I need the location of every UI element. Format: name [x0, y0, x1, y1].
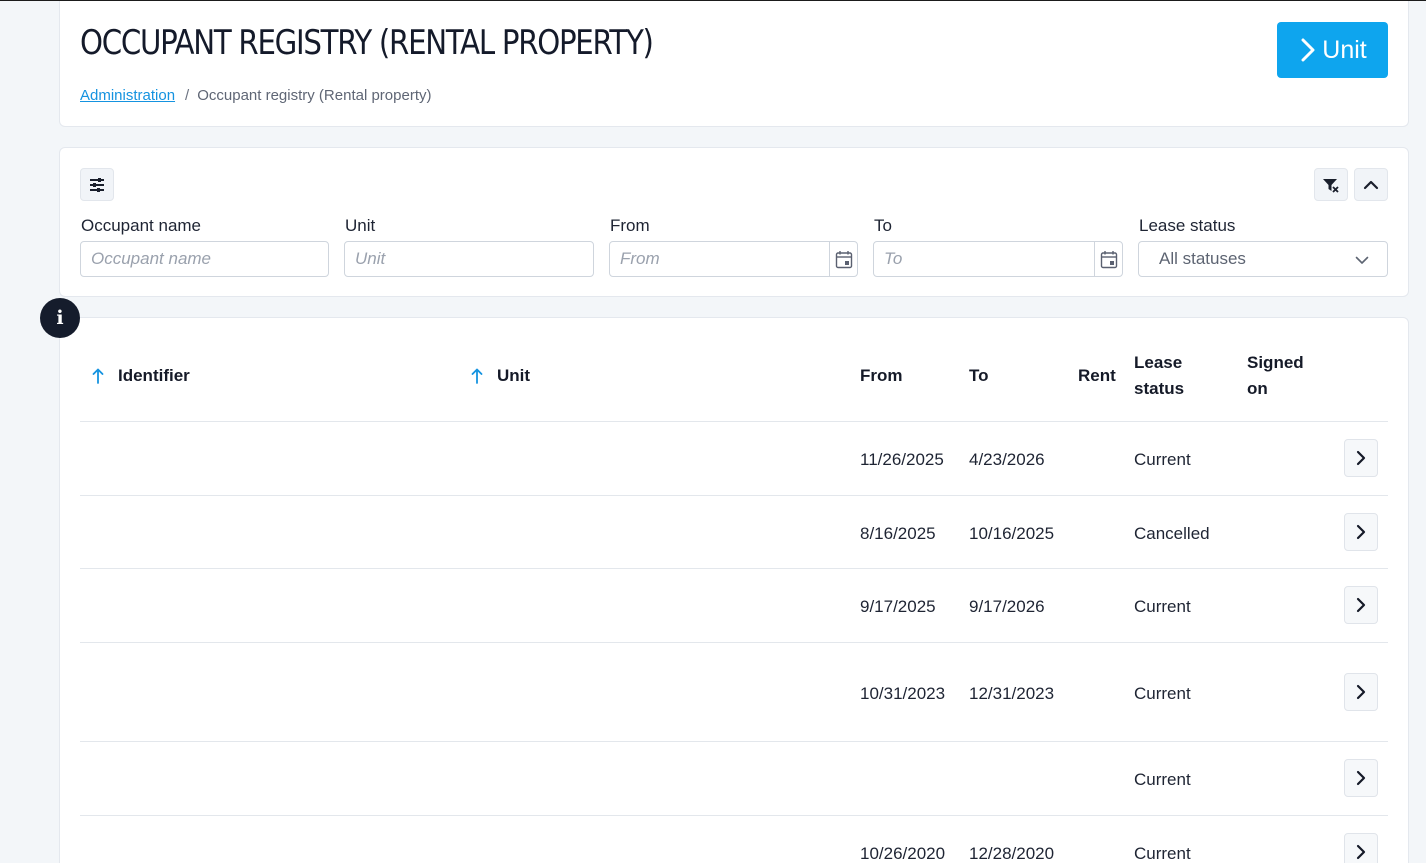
lease-status-selected: All statuses — [1159, 249, 1246, 268]
cell-to: 12/28/2020 — [969, 844, 1055, 863]
row-open-button[interactable] — [1344, 439, 1378, 477]
cell-lease-status: Current — [1134, 597, 1191, 616]
column-header-identifier-label: Identifier — [118, 366, 190, 385]
from-label: From — [610, 216, 650, 235]
column-header-unit[interactable]: Unit — [471, 363, 530, 389]
column-header-to[interactable]: To — [969, 363, 989, 389]
column-header-rent[interactable]: Rent — [1078, 363, 1116, 389]
row-open-button[interactable] — [1344, 513, 1378, 551]
page-header: OCCUPANT REGISTRY (RENTAL PROPERTY) Admi… — [59, 1, 1409, 127]
to-label: To — [874, 216, 892, 235]
filter-clear-icon — [1323, 178, 1339, 193]
filter-panel: Occupant name Unit From To — [59, 147, 1409, 297]
column-header-from[interactable]: From — [860, 363, 903, 389]
unit-input[interactable] — [345, 242, 593, 276]
from-calendar-button[interactable] — [829, 242, 857, 276]
cell-lease-status: Current — [1134, 770, 1191, 789]
column-header-signed-on[interactable]: Signed on — [1247, 350, 1304, 402]
to-filter: To — [873, 216, 1123, 277]
table-row: 8/16/2025 10/16/2025 Cancelled — [80, 496, 1388, 569]
lease-status-select[interactable]: All statuses — [1138, 241, 1388, 277]
sliders-icon — [90, 177, 104, 192]
breadcrumb-administration-link[interactable]: Administration — [80, 87, 175, 104]
column-header-signed-on-line1: Signed — [1247, 353, 1304, 372]
column-header-lease-status-line1: Lease — [1134, 353, 1183, 372]
chevron-down-icon — [1355, 256, 1369, 264]
unit-filter: Unit — [344, 216, 594, 277]
sort-arrow-up-icon — [92, 368, 104, 384]
unit-button-label: Unit — [1322, 35, 1367, 64]
cell-to: 10/16/2025 — [969, 524, 1055, 543]
chevron-up-icon — [1363, 180, 1379, 189]
breadcrumb: Administration / Occupant registry (Rental… — [80, 87, 431, 104]
column-header-lease-status-line2: status — [1134, 379, 1185, 398]
cell-from: 10/26/2020 — [860, 844, 946, 863]
info-icon[interactable]: i — [40, 298, 80, 338]
row-open-button[interactable] — [1344, 586, 1378, 624]
breadcrumb-separator: / — [185, 87, 190, 104]
chevron-right-icon — [1356, 450, 1366, 466]
cell-from: 8/16/2025 — [860, 524, 936, 543]
table-row: 10/31/2023 12/31/2023 Current — [80, 643, 1388, 742]
filter-settings-button[interactable] — [80, 168, 114, 201]
occupant-name-filter: Occupant name — [80, 216, 329, 277]
column-header-identifier[interactable]: Identifier — [92, 363, 190, 389]
lease-status-filter: Lease status All statuses — [1138, 216, 1388, 277]
column-header-lease-status[interactable]: Lease status — [1134, 350, 1184, 402]
clear-filters-button[interactable] — [1314, 168, 1348, 201]
cell-from: 11/26/2025 — [860, 450, 944, 469]
chevron-right-icon — [1356, 524, 1366, 540]
cell-from: 10/31/2023 — [860, 684, 946, 703]
occupant-name-input[interactable] — [81, 242, 328, 276]
from-date-input[interactable] — [610, 242, 857, 276]
from-filter: From — [609, 216, 858, 277]
column-header-signed-on-line2: on — [1247, 379, 1268, 398]
chevron-right-icon — [1356, 597, 1366, 613]
cell-to: 9/17/2026 — [969, 597, 1045, 616]
row-open-button[interactable] — [1344, 759, 1378, 797]
sort-arrow-up-icon — [471, 368, 483, 384]
to-calendar-button[interactable] — [1094, 242, 1122, 276]
cell-to: 4/23/2026 — [969, 450, 1045, 469]
page-title: OCCUPANT REGISTRY (RENTAL PROPERTY) — [80, 23, 654, 63]
calendar-icon — [835, 250, 852, 268]
occupant-table: Identifier Unit From To Rent Lease statu… — [59, 317, 1409, 863]
cell-from: 9/17/2025 — [860, 597, 936, 616]
table-row: 10/26/2020 12/28/2020 Current — [80, 816, 1388, 863]
row-open-button[interactable] — [1344, 833, 1378, 863]
table-row: 9/17/2025 9/17/2026 Current — [80, 569, 1388, 643]
chevron-right-icon — [1356, 844, 1366, 860]
lease-status-label: Lease status — [1139, 216, 1236, 235]
cell-lease-status: Current — [1134, 450, 1191, 469]
unit-label: Unit — [345, 216, 376, 235]
column-header-unit-label: Unit — [497, 366, 531, 385]
chevron-right-icon — [1356, 770, 1366, 786]
breadcrumb-current: Occupant registry (Rental property) — [197, 87, 432, 104]
cell-lease-status: Current — [1134, 844, 1191, 863]
cell-to: 12/31/2023 — [969, 684, 1055, 703]
table-row: Current — [80, 742, 1388, 816]
unit-button[interactable]: Unit — [1277, 22, 1388, 78]
to-date-input[interactable] — [874, 242, 1122, 276]
chevron-right-icon — [1356, 684, 1366, 700]
chevron-right-icon — [1301, 38, 1315, 62]
calendar-icon — [1100, 250, 1117, 268]
cell-lease-status: Current — [1134, 684, 1191, 703]
table-row: 11/26/2025 4/23/2026 Current — [80, 422, 1388, 496]
collapse-filters-button[interactable] — [1354, 168, 1388, 201]
cell-lease-status: Cancelled — [1134, 524, 1210, 543]
row-open-button[interactable] — [1344, 673, 1378, 711]
occupant-name-label: Occupant name — [81, 216, 202, 235]
